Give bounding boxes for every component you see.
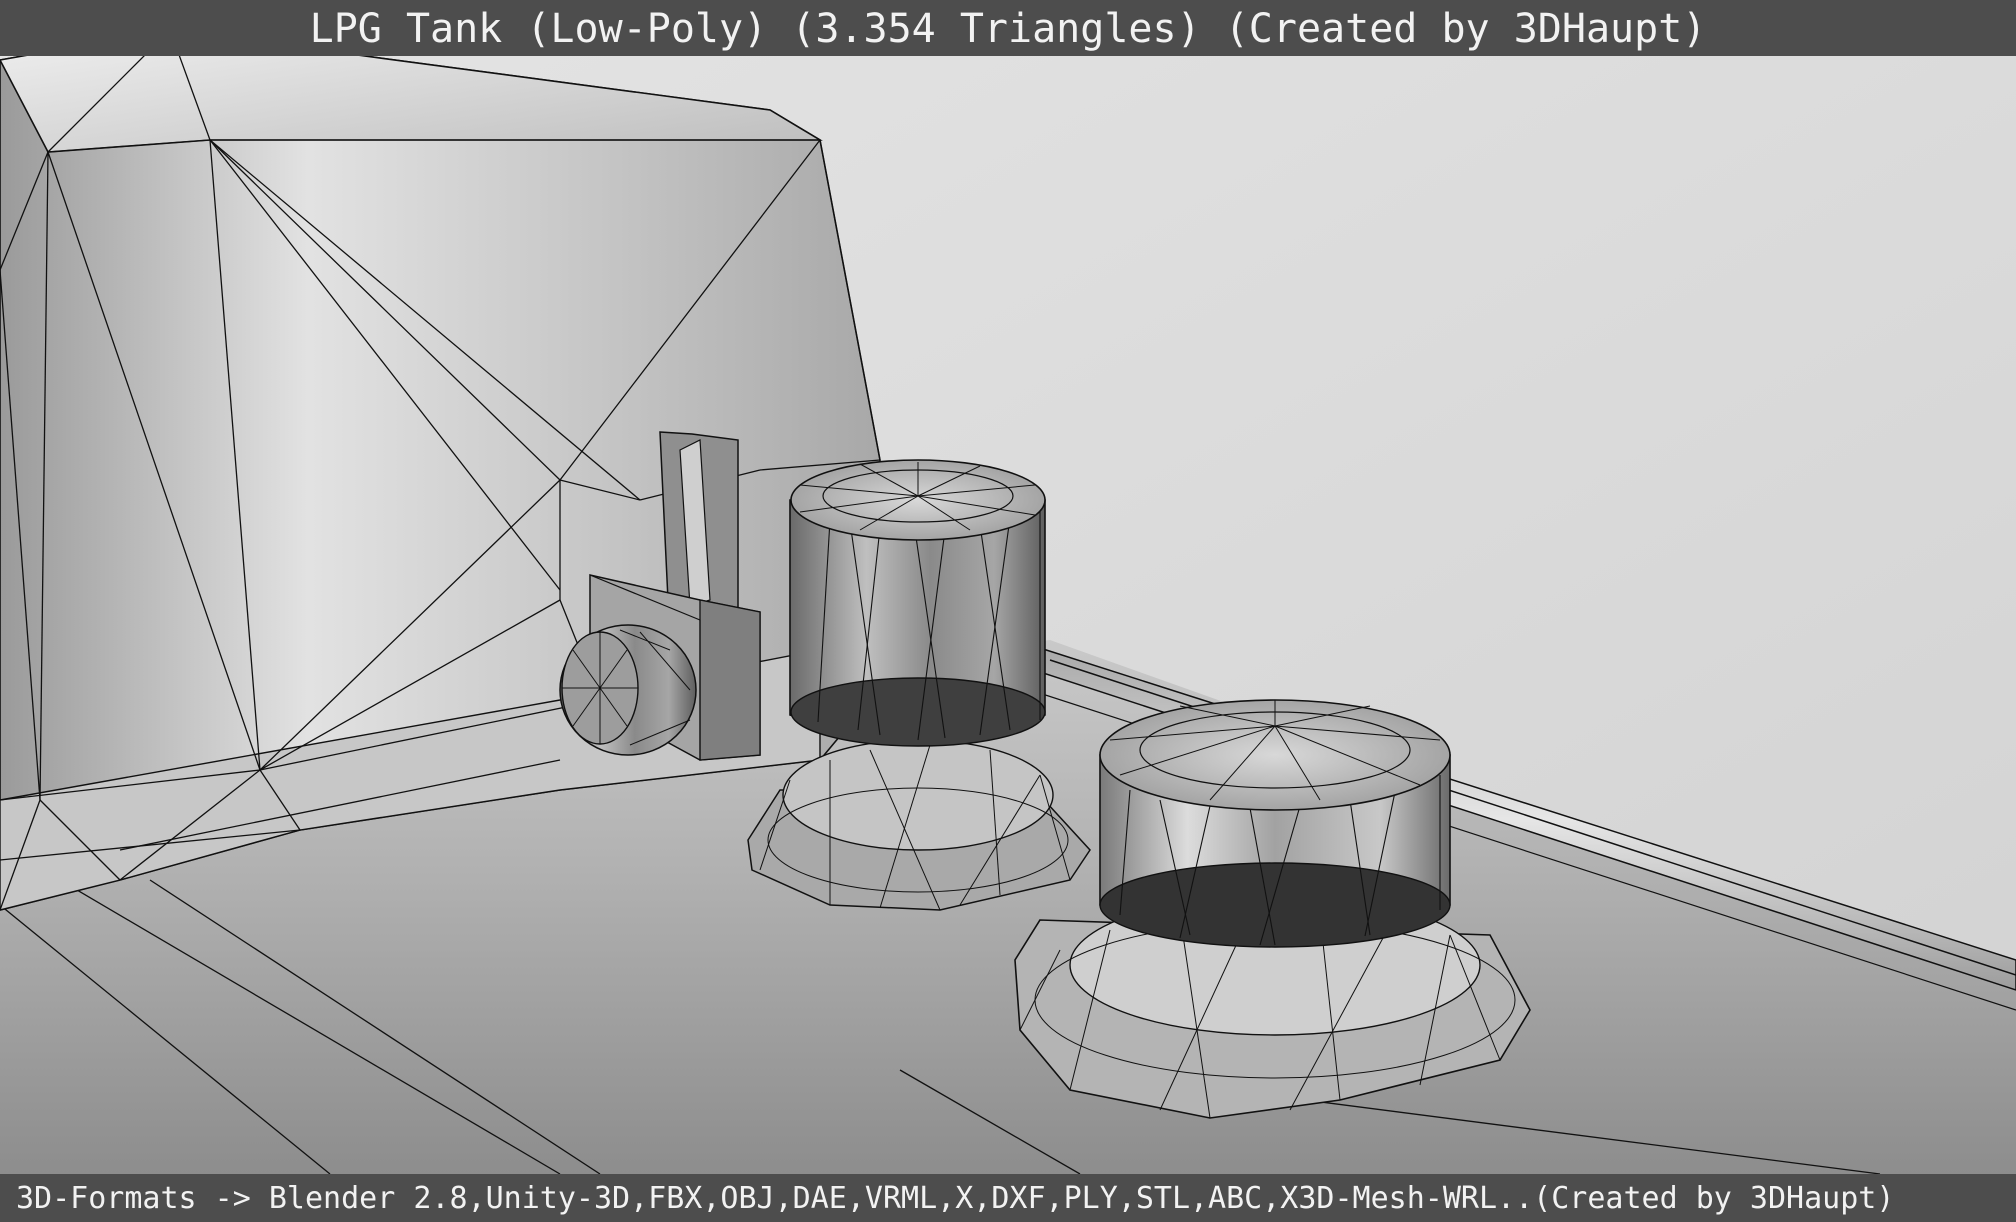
model-title: LPG Tank (Low-Poly) (3.354 Triangles) (C…	[309, 6, 1707, 52]
formats-caption: 3D-Formats -> Blender 2.8,Unity-3D,FBX,O…	[16, 1181, 1895, 1216]
render-viewport	[0, 56, 2016, 1174]
footer-bar: 3D-Formats -> Blender 2.8,Unity-3D,FBX,O…	[0, 1174, 2016, 1222]
small-knob	[559, 624, 697, 756]
title-bar: LPG Tank (Low-Poly) (3.354 Triangles) (C…	[0, 0, 2016, 56]
wireframe-render	[0, 56, 2016, 1174]
valve-cap-large	[747, 459, 1091, 911]
